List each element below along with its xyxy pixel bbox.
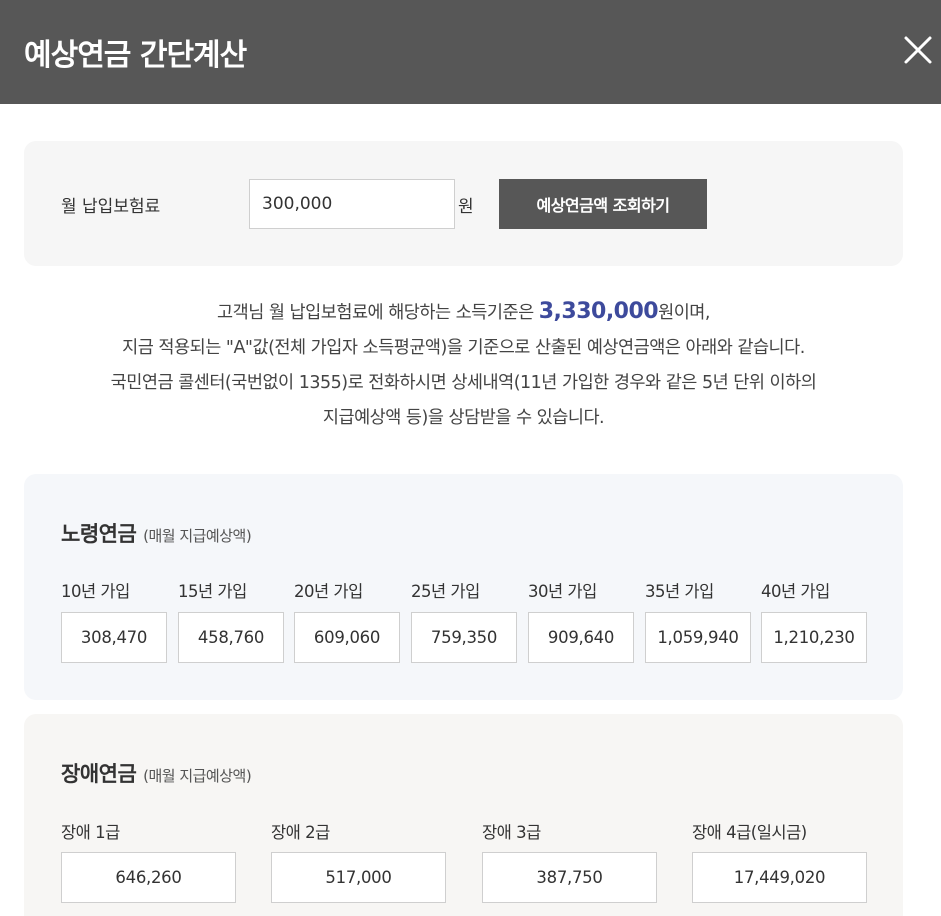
disability-pension-section: 장애연금 (매월 지급예상액) 장애 1급 장애 2급 장애 3급 장애 4급(… xyxy=(24,714,903,916)
disability-label-grade-2: 장애 2급 xyxy=(271,823,330,842)
disability-label-grade-1: 장애 1급 xyxy=(61,823,120,842)
disability-label-grade-4: 장애 4급(일시금) xyxy=(692,823,807,842)
premium-form: 월 납입보험료 원 예상연금액 조회하기 xyxy=(24,141,903,266)
query-pension-button[interactable]: 예상연금액 조회하기 xyxy=(499,179,707,229)
old-age-value-20y: 609,060 xyxy=(294,612,400,663)
disability-pension-title: 장애연금 (매월 지급예상액) xyxy=(61,762,252,786)
description-line-3: 국민연금 콜센터(국번없이 1355)로 전화하시면 상세내역(11년 가입한 … xyxy=(110,373,817,393)
close-button[interactable] xyxy=(898,30,938,70)
old-age-value-10y: 308,470 xyxy=(61,612,167,663)
old-age-label-15y: 15년 가입 xyxy=(178,582,247,601)
old-age-label-40y: 40년 가입 xyxy=(761,582,830,601)
disability-value-grade-2: 517,000 xyxy=(271,852,446,903)
old-age-value-30y: 909,640 xyxy=(528,612,634,663)
disability-label-grade-3: 장애 3급 xyxy=(482,823,541,842)
description-line-1: 고객님 월 납입보험료에 해당하는 소득기준은 3,330,000원이며, xyxy=(217,299,710,324)
modal-title: 예상연금 간단계산 xyxy=(24,38,247,73)
old-age-value-25y: 759,350 xyxy=(411,612,517,663)
description-line-2: 지금 적용되는 "A"값(전체 가입자 소득평균액)을 기준으로 산출된 예상연… xyxy=(122,338,805,358)
premium-input[interactable] xyxy=(249,179,455,229)
old-age-value-35y: 1,059,940 xyxy=(645,612,751,663)
old-age-pension-section: 노령연금 (매월 지급예상액) 10년 가입 15년 가입 20년 가입 25년… xyxy=(24,474,903,700)
premium-label: 월 납입보험료 xyxy=(61,197,161,217)
premium-unit: 원 xyxy=(458,197,474,217)
old-age-value-15y: 458,760 xyxy=(178,612,284,663)
old-age-value-40y: 1,210,230 xyxy=(761,612,867,663)
old-age-label-35y: 35년 가입 xyxy=(645,582,714,601)
close-icon xyxy=(904,36,932,64)
income-description: 고객님 월 납입보험료에 해당하는 소득기준은 3,330,000원이며, 지금… xyxy=(24,294,903,436)
old-age-pension-title: 노령연금 (매월 지급예상액) xyxy=(61,522,252,546)
old-age-pension-subtitle: (매월 지급예상액) xyxy=(143,527,252,545)
disability-value-grade-3: 387,750 xyxy=(482,852,657,903)
old-age-label-10y: 10년 가입 xyxy=(61,582,130,601)
old-age-label-25y: 25년 가입 xyxy=(411,582,480,601)
old-age-label-20y: 20년 가입 xyxy=(294,582,363,601)
disability-pension-subtitle: (매월 지급예상액) xyxy=(143,767,252,785)
modal-header: 예상연금 간단계산 xyxy=(0,0,941,104)
description-line-4: 지급예상액 등)을 상담받을 수 있습니다. xyxy=(322,408,605,428)
disability-value-grade-4: 17,449,020 xyxy=(692,852,867,903)
income-standard-value: 3,330,000 xyxy=(538,299,659,324)
old-age-label-30y: 30년 가입 xyxy=(528,582,597,601)
disability-value-grade-1: 646,260 xyxy=(61,852,236,903)
